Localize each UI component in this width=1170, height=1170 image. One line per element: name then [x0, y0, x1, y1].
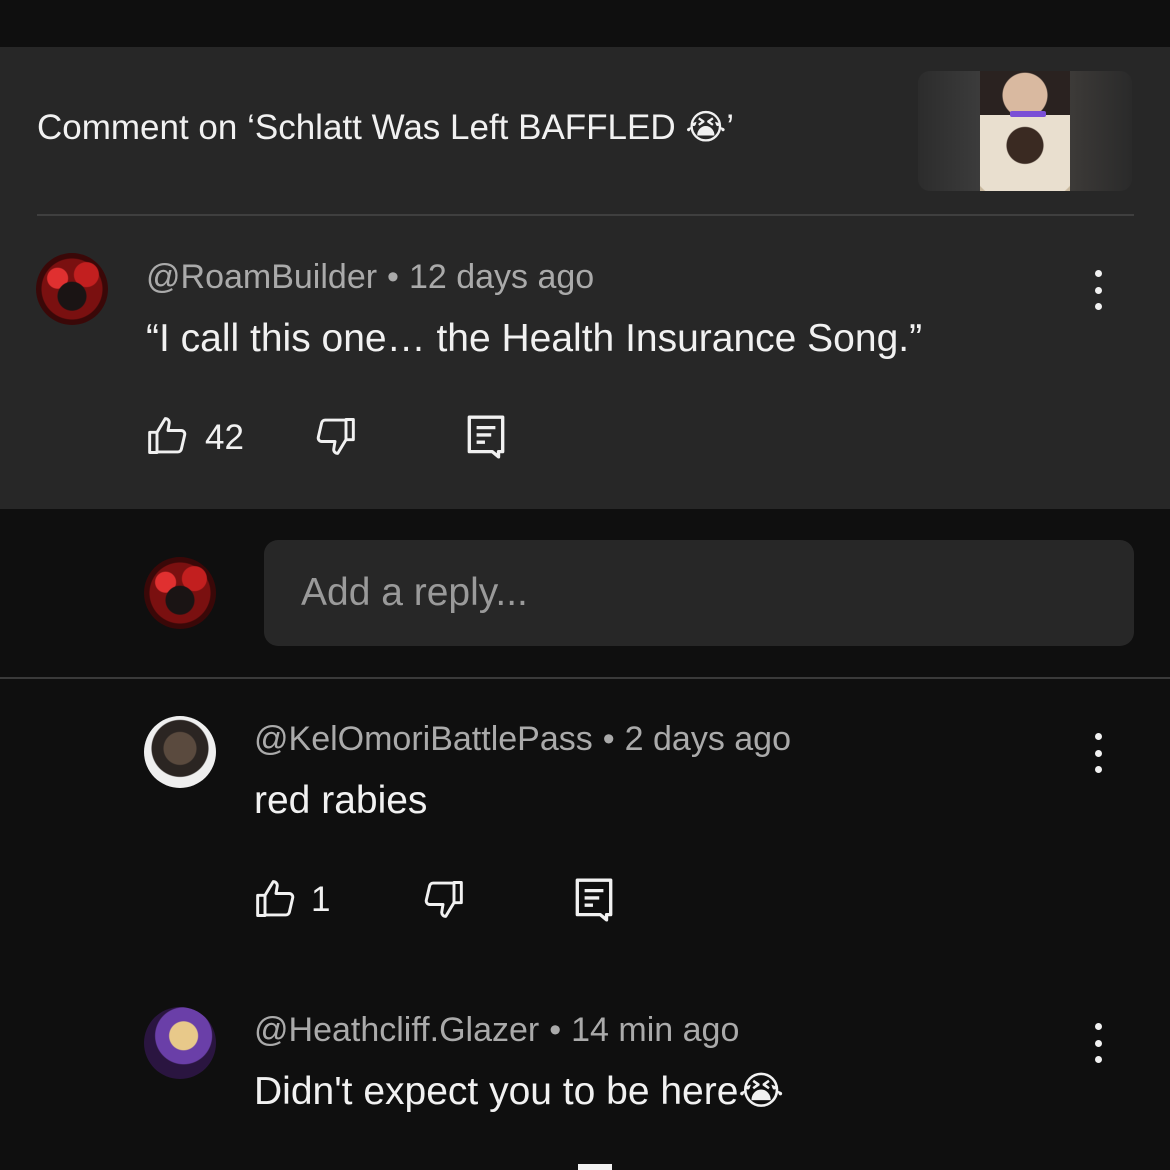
- status-bar: [0, 0, 1170, 47]
- reply-input[interactable]: [264, 540, 1134, 646]
- reply-box[interactable]: [264, 540, 1134, 646]
- thumbs-up-icon: [256, 880, 295, 917]
- reply-meta: @KelOmoriBattlePass • 2 days ago: [254, 720, 791, 759]
- reply-author[interactable]: @Heathcliff.Glazer: [254, 1011, 539, 1049]
- thumbnail-face-top: [980, 71, 1070, 115]
- comment-text: “I call this one… the Health Insurance S…: [146, 317, 923, 360]
- reply-time: 2 days ago: [624, 720, 792, 758]
- avatar[interactable]: [36, 253, 108, 325]
- thumbnail-tag: [1010, 111, 1046, 117]
- like-button[interactable]: [146, 414, 190, 458]
- panel-title: Comment on ‘Schlatt Was Left BAFFLED 😭’: [37, 108, 735, 147]
- like-button[interactable]: [254, 877, 298, 921]
- more-vert-icon[interactable]: [1088, 733, 1108, 773]
- video-thumbnail[interactable]: [918, 71, 1132, 191]
- avatar[interactable]: [144, 1007, 216, 1079]
- reply-button[interactable]: [465, 413, 507, 461]
- divider: [0, 677, 1170, 679]
- avatar[interactable]: [144, 716, 216, 788]
- like-count: 42: [205, 418, 244, 457]
- reply-time: 14 min ago: [571, 1011, 740, 1049]
- reply-text: red rabies: [254, 779, 428, 822]
- comment-author[interactable]: @RoamBuilder: [146, 258, 377, 296]
- separator-dot: •: [549, 1011, 562, 1049]
- reply-button[interactable]: [573, 876, 615, 924]
- thumbs-down-icon: [424, 881, 463, 918]
- thumbs-up-icon: [148, 417, 187, 454]
- more-vert-icon[interactable]: [1088, 1023, 1108, 1063]
- thumbs-down-icon: [316, 418, 355, 455]
- comment-meta: @RoamBuilder • 12 days ago: [146, 258, 594, 297]
- reply-icon: [467, 415, 505, 459]
- dislike-button[interactable]: [313, 414, 357, 458]
- thumbnail-face-bottom: [980, 115, 1070, 191]
- comment-time: 12 days ago: [408, 258, 595, 296]
- reply-text: Didn't expect you to be here😭: [254, 1070, 784, 1113]
- current-user-avatar: [144, 557, 216, 629]
- divider: [37, 214, 1134, 216]
- separator-dot: •: [602, 720, 615, 758]
- more-vert-icon[interactable]: [1088, 270, 1108, 310]
- reply-icon[interactable]: [578, 1164, 612, 1170]
- reply-icon: [575, 878, 613, 922]
- like-count: 1: [311, 880, 331, 919]
- reply-author[interactable]: @KelOmoriBattlePass: [254, 720, 593, 758]
- dislike-button[interactable]: [421, 877, 465, 921]
- reply-meta: @Heathcliff.Glazer • 14 min ago: [254, 1011, 739, 1050]
- separator-dot: •: [387, 258, 399, 296]
